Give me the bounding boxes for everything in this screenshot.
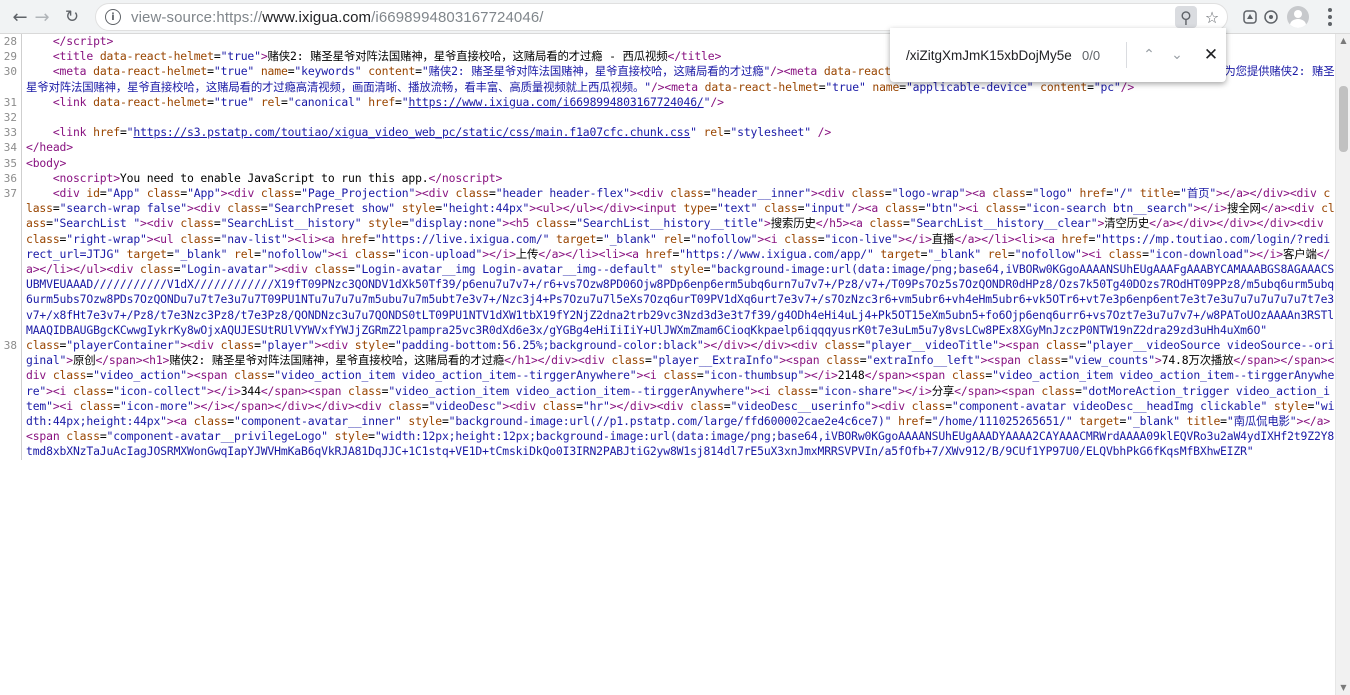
reload-icon[interactable]: ↻: [60, 5, 84, 29]
back-arrow-icon[interactable]: ←: [8, 5, 32, 29]
source-code: class="playerContainer"><div class="play…: [26, 338, 1335, 459]
chevron-up-icon[interactable]: ⌃: [1135, 41, 1163, 69]
line-number: 33: [0, 125, 22, 141]
chevron-down-icon[interactable]: ⌄: [1163, 41, 1191, 69]
source-code: [22, 110, 1335, 125]
scrollbar-thumb[interactable]: [1339, 86, 1348, 152]
source-view[interactable]: 28 </script> 29 <title data-react-helmet=…: [0, 34, 1335, 695]
source-code: <div id="App" class="App"><div class="Pa…: [26, 186, 1335, 337]
line-number: 38: [0, 338, 22, 460]
forward-arrow-icon[interactable]: →: [30, 5, 54, 29]
source-line: 36 <noscript>You need to enable JavaScri…: [0, 170, 1335, 187]
source-code: <link data-react-helmet="true" rel="cano…: [52, 94, 724, 109]
extension-icon-2[interactable]: [1260, 6, 1282, 28]
source-line: 31 <link data-react-helmet="true" rel="c…: [0, 94, 1335, 111]
line-number: 29: [0, 49, 22, 65]
extension-icon[interactable]: [1239, 6, 1261, 28]
source-line: 34 </head>: [0, 140, 1335, 156]
find-separator: [1126, 42, 1127, 68]
line-number: 36: [0, 170, 22, 187]
line-number: 35: [0, 155, 22, 171]
line-number: 31: [0, 94, 22, 111]
find-match-count: 0/0: [1082, 47, 1101, 63]
more-menu-icon[interactable]: [1320, 7, 1340, 27]
line-number: 30: [0, 64, 22, 95]
source-line: 33 <link href="https://s3.pstatp.com/tou…: [0, 125, 1335, 141]
url-host: www.ixigua.com: [262, 8, 372, 26]
url-text[interactable]: view-source:https://www.ixigua.com/i6698…: [131, 9, 544, 26]
source-line: 38 class="playerContainer"><div class="pl…: [0, 338, 1335, 460]
line-number: 37: [0, 186, 22, 339]
line-number: 28: [0, 34, 22, 50]
scroll-down-arrow-icon[interactable]: ▼: [1339, 683, 1348, 693]
find-input[interactable]: /xiZitgXmJmK15xbDojMy5e: [906, 44, 1074, 66]
address-bar[interactable]: i view-source:https://www.ixigua.com/i66…: [95, 3, 1228, 31]
vertical-scrollbar[interactable]: ▲ ▼: [1335, 34, 1350, 695]
close-icon[interactable]: ✕: [1197, 41, 1225, 69]
find-bar: /xiZitgXmJmK15xbDojMy5e 0/0 ⌃ ⌄ ✕: [890, 28, 1226, 82]
source-code: <noscript>You need to enable JavaScript …: [52, 170, 503, 185]
url-prefix: view-source:https://: [131, 8, 263, 26]
star-icon[interactable]: ☆: [1201, 6, 1223, 28]
info-icon[interactable]: i: [105, 9, 121, 25]
source-line: 35 <body>: [0, 155, 1335, 171]
source-line: 37 <div id="App" class="App"><div class=…: [0, 186, 1335, 339]
line-number: 32: [0, 110, 22, 126]
url-path: /i6698994803167724046/: [371, 8, 544, 26]
find-in-page-icon[interactable]: ⚲: [1175, 6, 1197, 28]
source-code: </head>: [26, 140, 73, 155]
source-line: 32: [0, 110, 1335, 126]
source-code: <link href="https://s3.pstatp.com/toutia…: [52, 125, 832, 140]
line-number: 34: [0, 140, 22, 156]
scroll-up-arrow-icon[interactable]: ▲: [1339, 36, 1348, 46]
profile-avatar[interactable]: [1287, 6, 1309, 28]
source-code: <body>: [26, 155, 67, 170]
